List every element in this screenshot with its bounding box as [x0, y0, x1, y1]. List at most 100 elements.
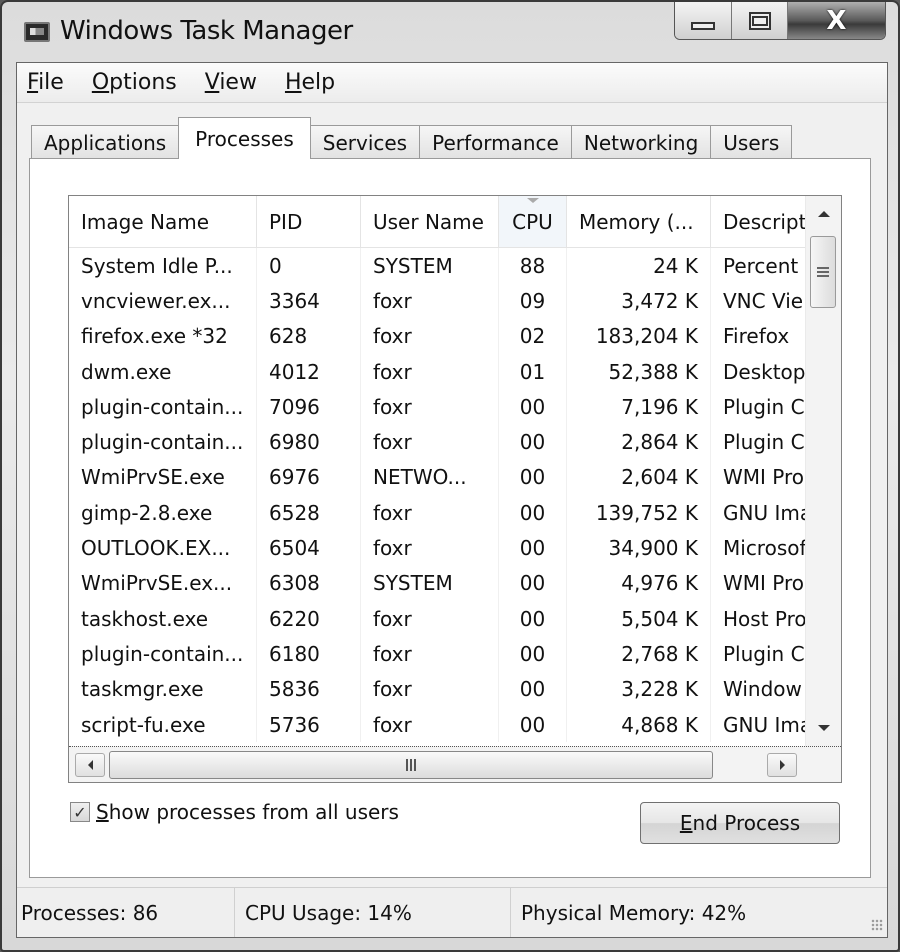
- tab-services[interactable]: Services: [309, 125, 421, 159]
- scroll-right-button[interactable]: [767, 753, 797, 777]
- process-row[interactable]: script-fu.exe 5736 foxr 00 4,868 K GNU Ima: [69, 706, 805, 743]
- process-row[interactable]: WmiPrvSE.ex... 6308 SYSTEM 00 4,976 K WMI Pro: [69, 565, 805, 601]
- size-grip-icon[interactable]: [871, 919, 883, 931]
- cell-image-name: plugin-contain...: [69, 389, 257, 425]
- menu-file-mnemonic: F: [27, 70, 39, 95]
- horizontal-scrollbar[interactable]: [69, 746, 841, 782]
- process-list[interactable]: Image Name PID User Name CPU Memory (...…: [68, 195, 842, 783]
- minimize-button[interactable]: [675, 2, 733, 39]
- process-row[interactable]: vncviewer.ex... 3364 foxr 09 3,472 K VNC Vie: [69, 283, 805, 319]
- cell-cpu: 00: [499, 389, 567, 425]
- process-row[interactable]: plugin-contain... 6980 foxr 00 2,864 K Plugin…: [69, 424, 805, 460]
- arrow-down-icon: [818, 725, 830, 731]
- cell-memory: 139,752 K: [567, 495, 711, 531]
- process-row[interactable]: dwm.exe 4012 foxr 01 52,388 K Desktop: [69, 353, 805, 390]
- column-cpu[interactable]: CPU: [499, 196, 567, 247]
- process-row[interactable]: taskmgr.exe 5836 foxr 00 3,228 K Window: [69, 671, 805, 707]
- cell-pid: 4012: [257, 353, 361, 390]
- cell-image-name: OUTLOOK.EX...: [69, 530, 257, 566]
- cell-memory: 2,604 K: [567, 459, 711, 496]
- cell-description: WMI Pro: [723, 571, 805, 596]
- cell-cpu: 00: [499, 600, 567, 637]
- cell-pid: 6220: [257, 600, 361, 637]
- column-user-name[interactable]: User Name: [361, 196, 499, 247]
- cell-description: VNC Vie: [723, 288, 804, 313]
- process-rows: System Idle P... 0 SYSTEM 88 24 K Percent vncv…: [69, 248, 805, 743]
- process-row[interactable]: taskhost.exe 6220 foxr 00 5,504 K Host Pro: [69, 600, 805, 637]
- process-row[interactable]: OUTLOOK.EX... 6504 foxr 00 34,900 K Microsof: [69, 530, 805, 566]
- cell-memory: 2,864 K: [567, 424, 711, 460]
- menu-bar: File Options View Help: [17, 63, 887, 103]
- cell-image-name: taskmgr.exe: [69, 671, 257, 707]
- column-description[interactable]: Descript: [711, 196, 805, 247]
- menu-help[interactable]: Help: [285, 70, 335, 95]
- cell-description: Firefox: [723, 324, 790, 349]
- show-all-users-label: how processes from all users: [108, 800, 399, 824]
- end-process-button[interactable]: End Process: [640, 802, 840, 844]
- horizontal-scroll-thumb[interactable]: [109, 751, 713, 779]
- show-all-users-mnemonic: S: [96, 800, 109, 824]
- scroll-down-button[interactable]: [806, 710, 841, 746]
- cell-description: GNU Ima: [723, 712, 805, 737]
- menu-options[interactable]: Options: [92, 70, 177, 95]
- cell-description: Plugin C: [723, 430, 805, 455]
- cell-user-name: foxr: [361, 636, 499, 672]
- process-row[interactable]: gimp-2.8.exe 6528 foxr 00 139,752 K GNU Ima: [69, 495, 805, 531]
- show-all-users-checkbox[interactable]: ✓: [70, 802, 90, 822]
- column-pid[interactable]: PID: [257, 196, 361, 247]
- tab-applications[interactable]: Applications: [31, 125, 180, 159]
- show-all-users-option[interactable]: ✓ Show processes from all users: [70, 800, 399, 824]
- tab-users[interactable]: Users: [710, 125, 793, 159]
- cell-description: Host Pro: [723, 606, 805, 631]
- cell-user-name: foxr: [361, 530, 499, 566]
- process-row[interactable]: firefox.exe *32 628 foxr 02 183,204 K Firefox: [69, 318, 805, 354]
- cell-image-name: WmiPrvSE.ex...: [69, 565, 257, 601]
- cell-user-name: SYSTEM: [361, 248, 499, 284]
- cell-pid: 6504: [257, 530, 361, 566]
- cell-cpu: 00: [499, 565, 567, 601]
- column-image-name[interactable]: Image Name: [69, 196, 257, 247]
- tab-networking[interactable]: Networking: [570, 125, 712, 159]
- tab-processes[interactable]: Processes: [178, 117, 311, 159]
- cell-description: Percent: [723, 253, 799, 278]
- task-manager-window: Windows Task Manager X File Options View…: [0, 0, 900, 952]
- cell-cpu: 01: [499, 353, 567, 390]
- process-row[interactable]: plugin-contain... 7096 foxr 00 7,196 K Plugin…: [69, 389, 805, 425]
- cell-user-name: foxr: [361, 318, 499, 354]
- scroll-up-button[interactable]: [806, 196, 841, 232]
- cell-pid: 7096: [257, 389, 361, 425]
- cell-description: Desktop: [723, 359, 805, 384]
- cell-pid: 0: [257, 248, 361, 284]
- task-manager-icon: [24, 22, 50, 42]
- cell-memory: 3,228 K: [567, 671, 711, 707]
- cell-user-name: foxr: [361, 600, 499, 637]
- maximize-button[interactable]: [732, 2, 788, 39]
- vertical-scrollbar[interactable]: [805, 196, 841, 746]
- cell-description: Plugin C: [723, 641, 805, 666]
- cell-cpu: 00: [499, 671, 567, 707]
- menu-view[interactable]: View: [205, 70, 257, 95]
- menu-options-label: ptions: [109, 70, 177, 95]
- menu-file[interactable]: File: [27, 70, 64, 95]
- scroll-left-button[interactable]: [75, 753, 105, 777]
- title-bar[interactable]: Windows Task Manager X: [2, 2, 898, 60]
- cell-pid: 3364: [257, 283, 361, 319]
- cell-user-name: foxr: [361, 706, 499, 743]
- tab-performance[interactable]: Performance: [419, 125, 572, 159]
- cell-user-name: foxr: [361, 389, 499, 425]
- process-row[interactable]: WmiPrvSE.exe 6976 NETWO... 00 2,604 K WMI Pro: [69, 459, 805, 496]
- cell-cpu: 09: [499, 283, 567, 319]
- cell-cpu: 88: [499, 248, 567, 284]
- close-button[interactable]: X: [787, 2, 885, 39]
- cell-user-name: foxr: [361, 424, 499, 460]
- cell-image-name: System Idle P...: [69, 248, 257, 284]
- cell-image-name: script-fu.exe: [69, 706, 257, 743]
- cell-memory: 183,204 K: [567, 318, 711, 354]
- checkmark-icon: ✓: [73, 802, 87, 822]
- process-row[interactable]: plugin-contain... 6180 foxr 00 2,768 K Plugin…: [69, 636, 805, 672]
- vertical-scroll-thumb[interactable]: [810, 236, 836, 308]
- process-row[interactable]: System Idle P... 0 SYSTEM 88 24 K Percent: [69, 248, 805, 284]
- column-memory[interactable]: Memory (...: [567, 196, 711, 247]
- client-area: File Options View Help Applications Proc…: [16, 62, 888, 938]
- sort-descending-icon: [526, 198, 539, 203]
